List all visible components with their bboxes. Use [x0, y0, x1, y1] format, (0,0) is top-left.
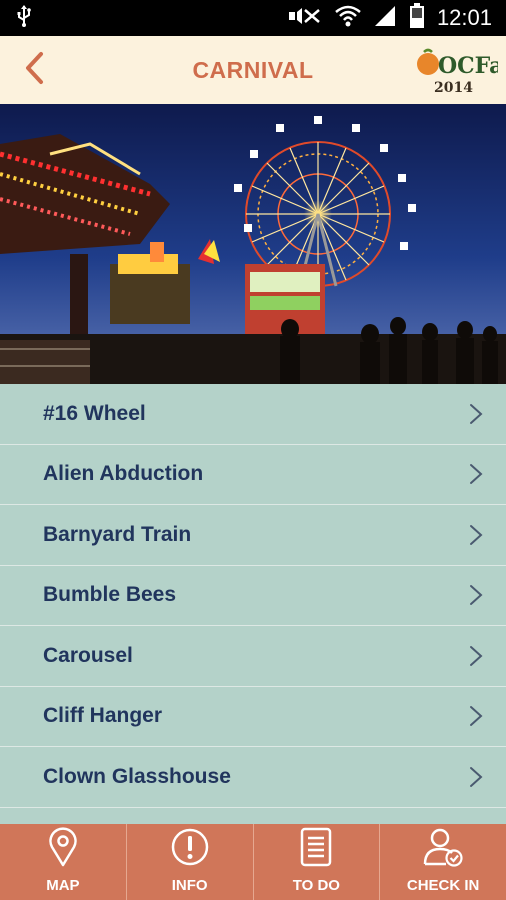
- logo-year: 2014: [434, 80, 473, 96]
- chevron-right-icon: [468, 645, 484, 667]
- wifi-icon: [335, 5, 361, 31]
- list-item[interactable]: #16 Wheel: [0, 384, 506, 445]
- status-bar: 12:01: [0, 0, 506, 36]
- chevron-right-icon: [468, 584, 484, 606]
- check-in-user-icon: [422, 827, 464, 871]
- tab-todo[interactable]: TO DO: [254, 824, 381, 900]
- tab-map[interactable]: MAP: [0, 824, 127, 900]
- todo-list-icon: [299, 827, 333, 871]
- app-header: CARNIVAL OCFair 2014: [0, 36, 506, 104]
- tab-label: INFO: [171, 877, 208, 894]
- chevron-right-icon: [468, 524, 484, 546]
- usb-icon: [16, 5, 32, 31]
- chevron-right-icon: [468, 463, 484, 485]
- mute-icon: [287, 6, 323, 30]
- info-icon: [170, 827, 210, 871]
- list-item[interactable]: [0, 807, 506, 824]
- list-item[interactable]: Barnyard Train: [0, 505, 506, 566]
- list-item-label: Carousel: [43, 643, 133, 667]
- status-time: 12:01: [436, 5, 492, 30]
- list-item-label: Barnyard Train: [43, 522, 192, 546]
- tab-label: CHECK IN: [406, 877, 480, 894]
- list-item-label: Clown Glasshouse: [43, 764, 231, 788]
- list-item-label: Alien Abduction: [43, 462, 204, 486]
- ocfair-logo[interactable]: OCFair 2014: [414, 46, 506, 96]
- list-item-label: Cliff Hanger: [43, 704, 163, 728]
- signal-icon: [373, 5, 397, 31]
- map-pin-icon: [48, 827, 78, 871]
- tab-label: TO DO: [292, 877, 340, 894]
- list-item-label: Bumble Bees: [43, 583, 177, 607]
- list-item[interactable]: Clown Glasshouse: [0, 747, 506, 808]
- chevron-right-icon: [468, 766, 484, 788]
- list-item-label: #16 Wheel: [43, 401, 146, 425]
- logo-text: OCFair: [438, 53, 498, 79]
- chevron-right-icon: [468, 403, 484, 425]
- bottom-tab-bar: MAP INFO TO DO CHECK IN: [0, 824, 506, 900]
- list-item[interactable]: Alien Abduction: [0, 444, 506, 505]
- list-item[interactable]: Bumble Bees: [0, 565, 506, 626]
- tab-check-in[interactable]: CHECK IN: [380, 824, 506, 900]
- battery-icon: [409, 3, 425, 33]
- hero-image: [0, 104, 506, 384]
- list-item[interactable]: Cliff Hanger: [0, 686, 506, 747]
- list-item[interactable]: Carousel: [0, 626, 506, 687]
- chevron-right-icon: [468, 705, 484, 727]
- tab-label: MAP: [46, 877, 80, 894]
- carnival-list: #16 Wheel Alien Abduction Barnyard Train…: [0, 384, 506, 824]
- tab-info[interactable]: INFO: [127, 824, 254, 900]
